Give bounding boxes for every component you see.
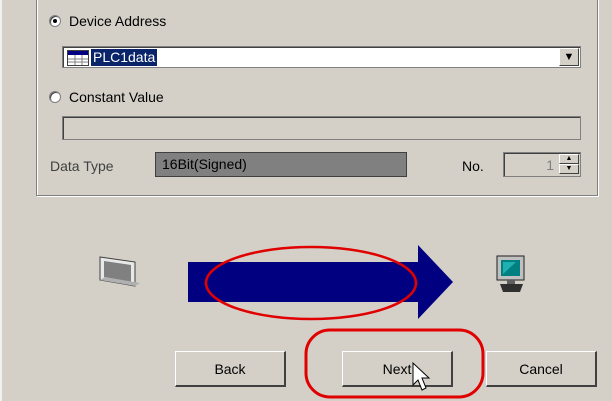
next-highlight-overlay	[304, 328, 485, 399]
next-highlight-rect	[304, 328, 485, 399]
mouse-cursor-icon	[412, 361, 431, 391]
wizard-dialog: Device Address PLC1data ▼ Constant Value…	[0, 0, 612, 401]
